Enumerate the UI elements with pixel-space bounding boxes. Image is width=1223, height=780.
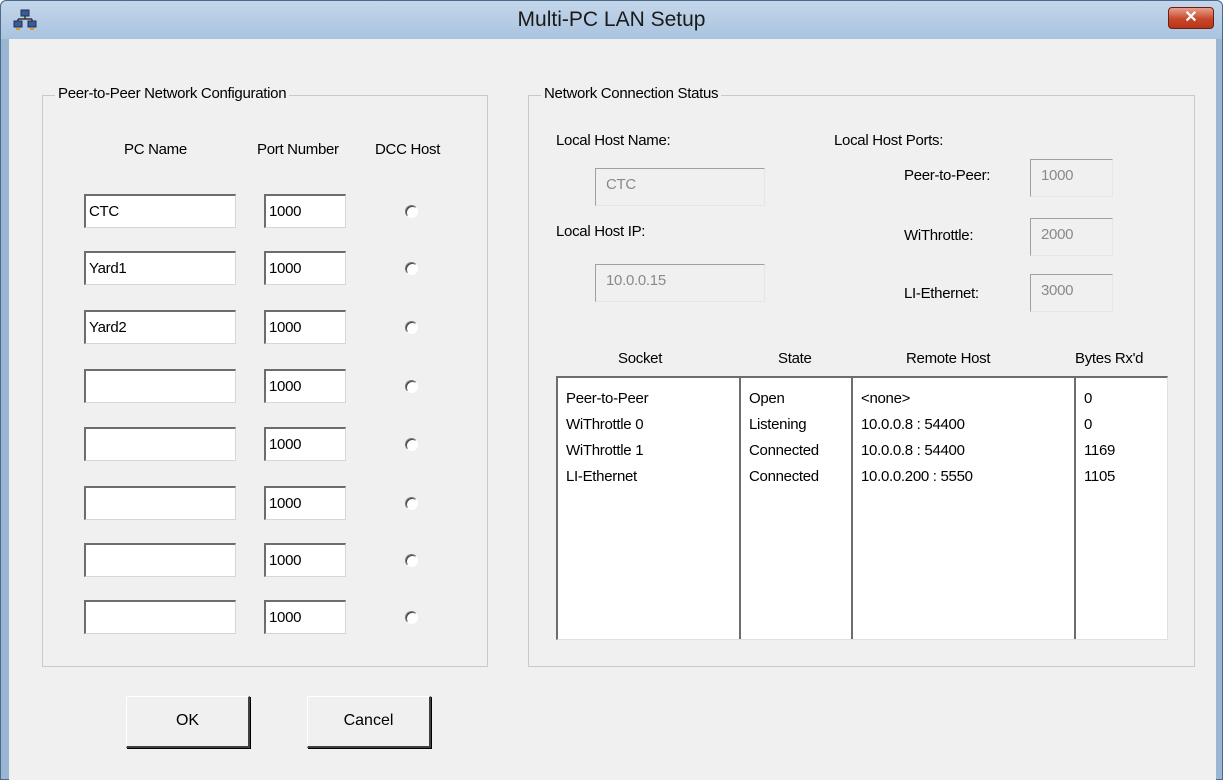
dcc-host-radio[interactable] [405,497,418,510]
withrottle-port-field: 2000 [1030,218,1113,256]
pc-name-input[interactable] [84,600,236,634]
pc-name-input[interactable] [84,194,236,228]
state-cell: Connected [749,468,819,485]
bytes-rx-cell: 0 [1084,416,1093,433]
pc-name-input[interactable] [84,427,236,461]
close-icon: ✕ [1184,9,1198,26]
pc-name-input[interactable] [84,251,236,285]
bytes-rx-cell: 1169 [1084,442,1116,459]
close-button[interactable]: ✕ [1168,7,1214,29]
port-number-input[interactable] [264,486,346,520]
dcc-host-radio[interactable] [405,438,418,451]
connection-status-group-title: Network Connection Status [541,85,722,102]
li-ethernet-port-field: 3000 [1030,274,1113,312]
cancel-button-label: Cancel [343,712,394,729]
window-title: Multi-PC LAN Setup [517,8,706,31]
li-ethernet-port-label: LI-Ethernet: [904,285,979,302]
port-number-input[interactable] [264,310,346,344]
dcc-host-radio[interactable] [405,380,418,393]
local-host-ip-label: Local Host IP: [556,223,646,240]
local-host-name-field: CTC [595,168,765,206]
remote-host-column: <none> 10.0.0.8 : 54400 10.0.0.8 : 54400… [853,378,1076,639]
state-cell: Open [749,390,785,407]
dcc-host-radio[interactable] [405,321,418,334]
cancel-button[interactable]: Cancel [307,696,431,748]
pc-name-header: PC Name [124,141,187,158]
dcc-host-radio[interactable] [405,262,418,275]
local-host-name-label: Local Host Name: [556,132,671,149]
port-number-input[interactable] [264,600,346,634]
dcc-host-radio[interactable] [405,554,418,567]
title-bar[interactable]: Multi-PC LAN Setup ✕ [1,1,1222,39]
port-number-input[interactable] [264,251,346,285]
state-column-header: State [778,350,812,367]
port-number-input[interactable] [264,427,346,461]
socket-cell: LI-Ethernet [566,468,637,485]
pc-name-input[interactable] [84,543,236,577]
port-number-header: Port Number [257,141,339,158]
dcc-host-header: DCC Host [375,141,441,158]
ok-button[interactable]: OK [126,696,250,748]
withrottle-port-label: WiThrottle: [904,227,974,244]
bytes-rx-cell: 0 [1084,390,1093,407]
remote-host-cell: 10.0.0.8 : 54400 [861,416,965,433]
pc-name-input[interactable] [84,310,236,344]
bytes-rx-column-header: Bytes Rx'd [1075,350,1144,367]
ok-button-label: OK [175,712,200,729]
remote-host-column-header: Remote Host [906,350,991,367]
remote-host-cell: 10.0.0.200 : 5550 [861,468,973,485]
dcc-host-radio[interactable] [405,205,418,218]
state-cell: Connected [749,442,819,459]
socket-cell: WiThrottle 0 [566,416,644,433]
dialog-window: Multi-PC LAN Setup ✕ Peer-to-Peer Networ… [0,0,1223,780]
socket-column: Peer-to-Peer WiThrottle 0 WiThrottle 1 L… [558,378,741,639]
dcc-host-radio[interactable] [405,611,418,624]
peer-port-field: 1000 [1030,159,1113,197]
port-number-input[interactable] [264,194,346,228]
remote-host-cell: <none> [861,390,911,407]
bytes-rx-column: 0 0 1169 1105 [1076,378,1168,639]
pc-name-input[interactable] [84,486,236,520]
port-number-input[interactable] [264,369,346,403]
pc-name-input[interactable] [84,369,236,403]
remote-host-cell: 10.0.0.8 : 54400 [861,442,965,459]
socket-column-header: Socket [618,350,663,367]
state-column: Open Listening Connected Connected [741,378,853,639]
socket-cell: WiThrottle 1 [566,442,644,459]
port-number-input[interactable] [264,543,346,577]
peer-port-label: Peer-to-Peer: [904,167,991,184]
local-host-ports-label: Local Host Ports: [834,132,944,149]
dialog-client-area: Peer-to-Peer Network Configuration PC Na… [9,39,1216,780]
socket-status-table[interactable]: Peer-to-Peer WiThrottle 0 WiThrottle 1 L… [556,376,1168,640]
socket-cell: Peer-to-Peer [566,390,649,407]
local-host-ip-field: 10.0.0.15 [595,264,765,302]
bytes-rx-cell: 1105 [1084,468,1116,485]
state-cell: Listening [749,416,807,433]
peer-config-group-title: Peer-to-Peer Network Configuration [55,85,290,102]
